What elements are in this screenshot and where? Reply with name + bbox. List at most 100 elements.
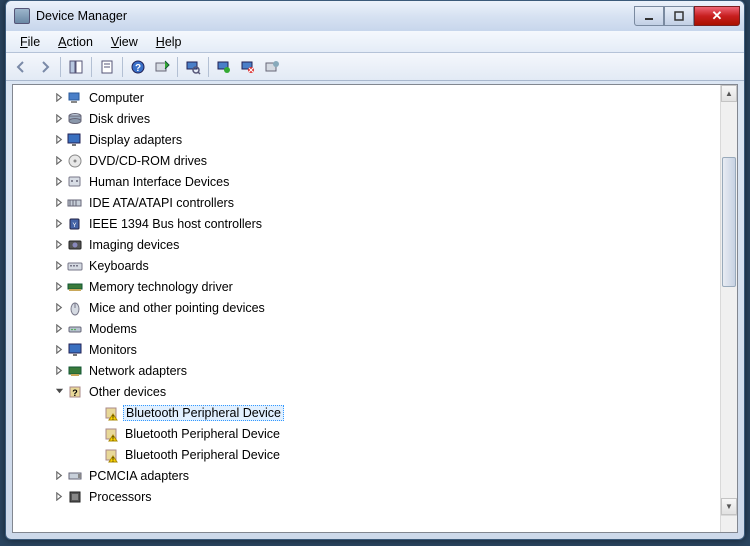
scroll-down-button[interactable]: ▼ (721, 498, 737, 515)
tree-item[interactable]: Computer (13, 87, 720, 108)
tree-item[interactable]: Human Interface Devices (13, 171, 720, 192)
monitor-icon (67, 342, 83, 358)
tree-item[interactable]: Monitors (13, 339, 720, 360)
app-icon (14, 8, 30, 24)
add-legacy-button[interactable] (261, 56, 283, 78)
tree-item-label: Mice and other pointing devices (87, 301, 267, 315)
tree-item[interactable]: Processors (13, 486, 720, 507)
show-hide-console-tree-button[interactable] (65, 56, 87, 78)
expand-icon[interactable] (53, 470, 65, 482)
hid-icon (67, 174, 83, 190)
tree-item[interactable]: Modems (13, 318, 720, 339)
menu-action[interactable]: Action (50, 33, 101, 51)
computer-icon (67, 90, 83, 106)
optical-icon (67, 153, 83, 169)
tree-item[interactable]: IDE ATA/ATAPI controllers (13, 192, 720, 213)
tree-item[interactable]: Disk drives (13, 108, 720, 129)
expand-icon[interactable] (53, 218, 65, 230)
mouse-icon (67, 300, 83, 316)
properties-button[interactable] (96, 56, 118, 78)
tree-item[interactable]: Memory technology driver (13, 276, 720, 297)
disable-button[interactable] (237, 56, 259, 78)
expand-icon[interactable] (53, 176, 65, 188)
tree-item-label: Bluetooth Peripheral Device (123, 448, 282, 462)
toolbar-separator (208, 57, 209, 77)
tree-item[interactable]: Mice and other pointing devices (13, 297, 720, 318)
forward-button[interactable] (34, 56, 56, 78)
expand-icon[interactable] (53, 491, 65, 503)
tree-item[interactable]: Other devices (13, 381, 720, 402)
expand-icon[interactable] (53, 344, 65, 356)
expand-icon (89, 449, 101, 461)
update-driver-button[interactable] (151, 56, 173, 78)
scroll-thumb[interactable] (722, 157, 736, 287)
expand-icon[interactable] (53, 302, 65, 314)
other-icon (67, 384, 83, 400)
tree-item-label: DVD/CD-ROM drives (87, 154, 209, 168)
tree-item[interactable]: Bluetooth Peripheral Device (13, 423, 720, 444)
menu-view[interactable]: View (103, 33, 146, 51)
ide-icon (67, 195, 83, 211)
menu-help[interactable]: Help (148, 33, 190, 51)
expand-icon[interactable] (53, 365, 65, 377)
minimize-button[interactable] (634, 6, 664, 26)
expand-icon[interactable] (53, 323, 65, 335)
modem-icon (67, 321, 83, 337)
tree-item-label: PCMCIA adapters (87, 469, 191, 483)
warning-icon (103, 426, 119, 442)
tree-item[interactable]: Display adapters (13, 129, 720, 150)
close-button[interactable]: ✕ (694, 6, 740, 26)
tree-item[interactable]: DVD/CD-ROM drives (13, 150, 720, 171)
menu-file[interactable]: File (12, 33, 48, 51)
keyboard-icon (67, 258, 83, 274)
tree-item-label: Disk drives (87, 112, 152, 126)
display-icon (67, 132, 83, 148)
expand-icon (89, 428, 101, 440)
tree-item-label: Human Interface Devices (87, 175, 231, 189)
tree-item[interactable]: Bluetooth Peripheral Device (13, 444, 720, 465)
tree-item-label: IEEE 1394 Bus host controllers (87, 217, 264, 231)
back-button[interactable] (10, 56, 32, 78)
menubar: File Action View Help (6, 31, 744, 53)
warning-icon (103, 405, 119, 421)
window-title: Device Manager (36, 9, 634, 23)
toolbar-separator (91, 57, 92, 77)
svg-text:?: ? (135, 63, 141, 74)
tree-item-label: Computer (87, 91, 146, 105)
scan-hardware-button[interactable] (182, 56, 204, 78)
tree-item-label: Other devices (87, 385, 168, 399)
expand-icon[interactable] (53, 92, 65, 104)
toolbar: ? (6, 53, 744, 81)
scroll-track[interactable] (721, 102, 737, 498)
help-button[interactable]: ? (127, 56, 149, 78)
tree-item-label: IDE ATA/ATAPI controllers (87, 196, 236, 210)
device-tree[interactable]: Computer Disk drives Display adapters DVD/C… (13, 85, 720, 532)
tree-item[interactable]: Keyboards (13, 255, 720, 276)
titlebar[interactable]: Device Manager ✕ (6, 1, 744, 31)
tree-item[interactable]: Network adapters (13, 360, 720, 381)
expand-icon[interactable] (53, 197, 65, 209)
toolbar-separator (122, 57, 123, 77)
expand-icon[interactable] (53, 239, 65, 251)
imaging-icon (67, 237, 83, 253)
tree-item[interactable]: Imaging devices (13, 234, 720, 255)
tree-item-label: Display adapters (87, 133, 184, 147)
scroll-up-button[interactable]: ▲ (721, 85, 737, 102)
expand-icon[interactable] (53, 113, 65, 125)
uninstall-button[interactable] (213, 56, 235, 78)
expand-icon[interactable] (53, 260, 65, 272)
expand-icon[interactable] (53, 281, 65, 293)
vertical-scrollbar[interactable]: ▲ ▼ (720, 85, 737, 515)
tree-item-label: Network adapters (87, 364, 189, 378)
tree-item[interactable]: IEEE 1394 Bus host controllers (13, 213, 720, 234)
expand-icon[interactable] (53, 155, 65, 167)
collapse-icon[interactable] (53, 386, 65, 398)
expand-icon[interactable] (53, 134, 65, 146)
tree-item[interactable]: PCMCIA adapters (13, 465, 720, 486)
tree-item[interactable]: Bluetooth Peripheral Device (13, 402, 720, 423)
tree-item-label: Imaging devices (87, 238, 181, 252)
memory-icon (67, 279, 83, 295)
toolbar-separator (177, 57, 178, 77)
tree-item-label: Monitors (87, 343, 139, 357)
maximize-button[interactable] (664, 6, 694, 26)
